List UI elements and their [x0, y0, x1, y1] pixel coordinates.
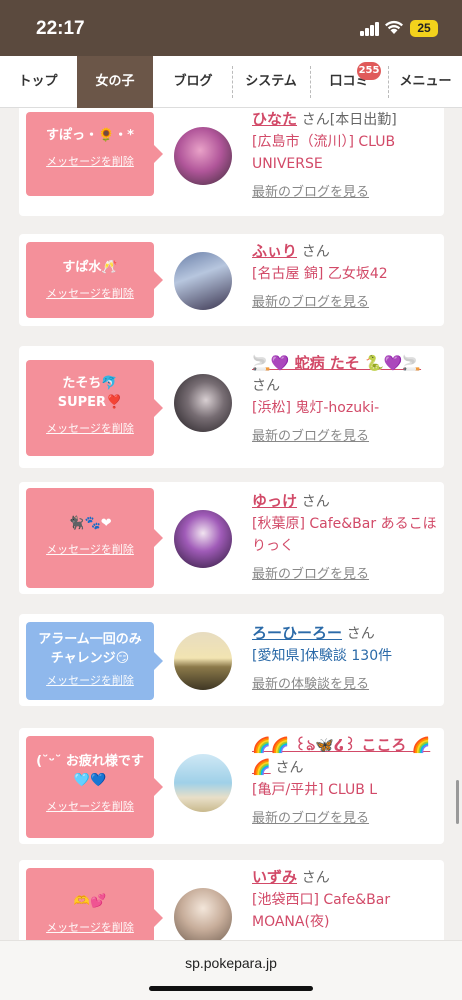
shop-name: [愛知県]体験談 130件	[252, 648, 393, 664]
message-bubble: アラーム一回のみチャレンジ😏 メッセージを削除	[26, 622, 163, 700]
delete-message-link[interactable]: メッセージを削除	[26, 285, 154, 301]
message-text: (˘ᵕ˘ お疲れ様です🩵💙	[36, 754, 144, 788]
girl-name-link[interactable]: いずみ	[252, 868, 297, 886]
url-text: sp.pokepara.jp	[185, 955, 277, 971]
shop-name: [名古屋 錦] 乙女坂42	[252, 266, 388, 282]
cellular-signal-icon	[360, 22, 380, 36]
name-suffix: さん[本日出勤]	[301, 112, 397, 128]
url-bar[interactable]: sp.pokepara.jp	[0, 940, 462, 1000]
blog-link[interactable]: 最新のブログを見る	[252, 807, 437, 826]
girl-info: ろーひーろー さん [愛知県]体験談 130件 最新の体験談を見る	[252, 622, 437, 692]
message-text: 🐈‍⬛🐾❤	[68, 516, 112, 531]
tab-system[interactable]: システム	[233, 56, 309, 108]
list-item: たそち🐬 SUPER❣️ メッセージを削除 🚬💜 蛇病 たそ 🐍💜🚬 さん [浜…	[19, 346, 444, 468]
message-text: 🫶💕	[73, 894, 107, 909]
review-link[interactable]: 最新の体験談を見る	[252, 673, 437, 692]
shop-name: [池袋西口] Cafe&Bar MOANA(夜)	[252, 892, 391, 930]
blog-link[interactable]: 最新のブログを見る	[252, 181, 437, 200]
delete-message-link[interactable]: メッセージを削除	[26, 919, 154, 935]
girl-info: ゆっけ さん [秋葉原] Cafe&Bar あるこほりっく 最新のブログを見る	[252, 490, 437, 582]
message-text: アラーム一回のみチャレンジ😏	[38, 632, 142, 666]
tab-bar: トップ 女の子 ブログ システム 口コミ 255 メニュー	[0, 56, 462, 108]
shop-name: [秋葉原] Cafe&Bar あるこほりっく	[252, 516, 437, 554]
message-text: たそち🐬 SUPER❣️	[57, 376, 123, 410]
tab-girls[interactable]: 女の子	[77, 56, 153, 108]
avatar[interactable]	[174, 252, 232, 310]
tab-top[interactable]: トップ	[0, 56, 76, 108]
delete-message-link[interactable]: メッセージを削除	[26, 672, 154, 688]
girls-list[interactable]: すぽっ・🌻・* メッセージを削除 ひなた さん[本日出勤] [広島市（流川）] …	[0, 108, 462, 940]
message-bubble: たそち🐬 SUPER❣️ メッセージを削除	[26, 360, 163, 456]
girl-name-link[interactable]: ふぃり	[252, 242, 297, 260]
girl-name-link[interactable]: 🚬💜 蛇病 たそ 🐍💜🚬	[252, 354, 421, 372]
avatar[interactable]	[174, 374, 232, 432]
wifi-icon	[385, 20, 403, 34]
avatar[interactable]	[174, 754, 232, 812]
message-bubble: すぱ水🥂 メッセージを削除	[26, 242, 163, 318]
delete-message-link[interactable]: メッセージを削除	[26, 798, 154, 814]
name-suffix: さん	[346, 626, 375, 642]
shop-name: [浜松] 鬼灯-hozuki-	[252, 400, 380, 416]
blog-link[interactable]: 最新のブログを見る	[252, 291, 437, 310]
blog-link[interactable]: 最新のブログを見る	[252, 563, 437, 582]
name-suffix: さん	[301, 244, 330, 260]
girl-name-link[interactable]: ゆっけ	[252, 492, 297, 510]
list-item: すぱ水🥂 メッセージを削除 ふぃり さん [名古屋 錦] 乙女坂42 最新のブロ…	[19, 234, 444, 326]
home-indicator[interactable]	[149, 986, 313, 991]
shop-name: [広島市（流川）] CLUB UNIVERSE	[252, 134, 396, 172]
girl-info: いずみ さん [池袋西口] Cafe&Bar MOANA(夜)	[252, 866, 437, 933]
name-suffix: さん	[252, 378, 280, 394]
name-suffix: さん	[301, 870, 330, 886]
message-text: すぽっ・🌻・*	[46, 128, 134, 143]
girl-info: 🚬💜 蛇病 たそ 🐍💜🚬 さん [浜松] 鬼灯-hozuki- 最新のブログを見…	[252, 352, 437, 444]
delete-message-link[interactable]: メッセージを削除	[26, 541, 154, 557]
shop-name: [亀戸/平井] CLUB L	[252, 782, 378, 798]
status-bar: 22:17 25	[0, 0, 462, 56]
avatar[interactable]	[174, 510, 232, 568]
name-suffix: さん	[275, 760, 304, 776]
girl-info: ひなた さん[本日出勤] [広島市（流川）] CLUB UNIVERSE 最新の…	[252, 108, 437, 200]
list-item: すぽっ・🌻・* メッセージを削除 ひなた さん[本日出勤] [広島市（流川）] …	[19, 108, 444, 216]
girl-info: 🌈🌈 ꒰ঌ🦋໒꒱ こころ 🌈🌈 さん [亀戸/平井] CLUB L 最新のブログ…	[252, 734, 437, 826]
message-bubble: すぽっ・🌻・* メッセージを削除	[26, 112, 163, 196]
scrollbar[interactable]	[456, 780, 459, 824]
message-bubble: (˘ᵕ˘ お疲れ様です🩵💙 メッセージを削除	[26, 736, 163, 838]
tab-menu[interactable]: メニュー	[389, 56, 462, 108]
status-time: 22:17	[36, 18, 85, 39]
avatar[interactable]	[174, 888, 232, 940]
message-text: すぱ水🥂	[62, 260, 118, 275]
message-bubble: 🫶💕 メッセージを削除	[26, 868, 163, 940]
blog-link[interactable]: 最新のブログを見る	[252, 425, 437, 444]
list-item: (˘ᵕ˘ お疲れ様です🩵💙 メッセージを削除 🌈🌈 ꒰ঌ🦋໒꒱ こころ 🌈🌈 さ…	[19, 728, 444, 844]
list-item: 🐈‍⬛🐾❤ メッセージを削除 ゆっけ さん [秋葉原] Cafe&Bar あるこ…	[19, 482, 444, 594]
list-item: アラーム一回のみチャレンジ😏 メッセージを削除 ろーひーろー さん [愛知県]体…	[19, 614, 444, 706]
name-suffix: さん	[301, 494, 330, 510]
delete-message-link[interactable]: メッセージを削除	[26, 420, 154, 436]
battery-indicator: 25	[410, 20, 438, 37]
girl-info: ふぃり さん [名古屋 錦] 乙女坂42 最新のブログを見る	[252, 240, 437, 310]
reviews-count-badge: 255	[357, 62, 381, 80]
avatar[interactable]	[174, 127, 232, 185]
girl-name-link[interactable]: ひなた	[252, 110, 297, 128]
girl-name-link[interactable]: ろーひーろー	[252, 624, 342, 642]
list-item: 🫶💕 メッセージを削除 いずみ さん [池袋西口] Cafe&Bar MOANA…	[19, 860, 444, 940]
message-bubble: 🐈‍⬛🐾❤ メッセージを削除	[26, 488, 163, 588]
tab-blog[interactable]: ブログ	[155, 56, 231, 108]
delete-message-link[interactable]: メッセージを削除	[26, 153, 154, 169]
avatar[interactable]	[174, 632, 232, 690]
